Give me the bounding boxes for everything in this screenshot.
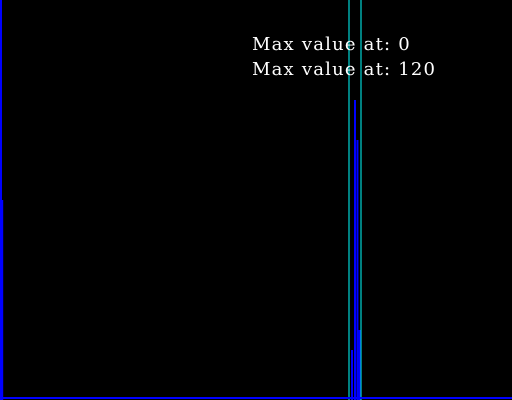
max-value-readout-first: Max value at: 0: [252, 34, 411, 55]
max-value-readout-second: Max value at: 120: [252, 59, 437, 80]
histogram-canvas: Max value at: 0 Max value at: 120: [0, 0, 512, 400]
